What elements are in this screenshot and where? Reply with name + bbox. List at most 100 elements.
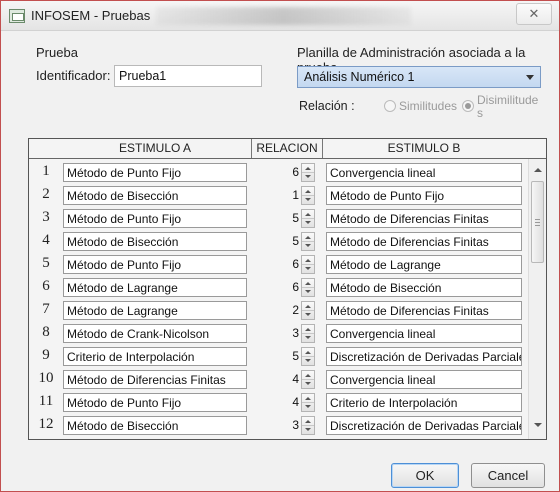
row-number: 11 — [38, 393, 54, 409]
estimulo-a-cell[interactable]: Método de Diferencias Finitas — [63, 370, 247, 389]
estimulo-a-cell[interactable]: Método de Bisección — [63, 232, 247, 251]
header-estimulo-a: ESTIMULO A — [63, 139, 247, 158]
spin-divider — [302, 218, 314, 219]
relacion-value[interactable]: 3 — [273, 416, 299, 435]
estimulo-b-cell[interactable]: Discretización de Derivadas Parciales — [326, 416, 522, 435]
relacion-value[interactable]: 3 — [273, 324, 299, 343]
estimulo-b-cell[interactable]: Método de Diferencias Finitas — [326, 301, 522, 320]
spin-divider — [302, 172, 314, 173]
spin-up-down-icon[interactable] — [301, 393, 315, 412]
row-number: 8 — [42, 324, 50, 340]
similitudes-label: Similitudes — [399, 99, 458, 113]
estimulo-a-cell[interactable]: Método de Punto Fijo — [63, 209, 247, 228]
relacion-value[interactable]: 4 — [273, 370, 299, 389]
estimulo-b-cell[interactable]: Convergencia lineal — [326, 370, 522, 389]
row-number: 5 — [42, 255, 50, 271]
relacion-value[interactable]: 5 — [273, 347, 299, 366]
scroll-up-icon[interactable] — [534, 168, 542, 172]
cancel-button[interactable]: Cancel — [471, 463, 545, 488]
estimulo-a-cell[interactable]: Método de Lagrange — [63, 301, 247, 320]
prueba-group-label: Prueba — [36, 45, 78, 60]
spin-divider — [302, 264, 314, 265]
spin-up-down-icon[interactable] — [301, 209, 315, 228]
relacion-value[interactable]: 5 — [273, 232, 299, 251]
row-number: 4 — [42, 232, 50, 248]
blurred-title-area — [156, 7, 411, 25]
spin-up-down-icon[interactable] — [301, 255, 315, 274]
window-title: INFOSEM - Pruebas — [31, 8, 151, 23]
identificador-input[interactable]: Prueba1 — [114, 65, 262, 87]
estimulo-b-cell[interactable]: Criterio de Interpolación — [326, 393, 522, 412]
spin-divider — [302, 402, 314, 403]
spin-up-down-icon[interactable] — [301, 347, 315, 366]
estimulo-b-cell[interactable]: Método de Bisección — [326, 278, 522, 297]
estimulo-a-cell[interactable]: Criterio de Interpolación — [63, 347, 247, 366]
header-separator — [322, 139, 323, 158]
table-row: 8 Método de Crank-Nicolson 3 Convergencia l… — [29, 322, 525, 345]
estimulo-b-cell[interactable]: Método de Punto Fijo — [326, 186, 522, 205]
table-row: 5 Método de Punto Fijo 6 Método de Lagrange — [29, 253, 525, 276]
planilla-dropdown[interactable]: Análisis Numérico 1 — [297, 66, 541, 88]
thumb-grip — [535, 219, 540, 220]
thumb-grip — [535, 222, 540, 223]
relacion-value[interactable]: 4 — [273, 393, 299, 412]
spin-up-down-icon[interactable] — [301, 301, 315, 320]
spin-up-down-icon[interactable] — [301, 186, 315, 205]
spin-divider — [302, 310, 314, 311]
row-number: 9 — [42, 347, 50, 363]
table-row: 6 Método de Lagrange 6 Método de Bisección — [29, 276, 525, 299]
estimulo-a-cell[interactable]: Método de Lagrange — [63, 278, 247, 297]
estimulo-a-cell[interactable]: Método de Punto Fijo — [63, 393, 247, 412]
spin-up-down-icon[interactable] — [301, 163, 315, 182]
ok-button[interactable]: OK — [391, 463, 459, 488]
identificador-label: Identificador: — [36, 68, 111, 83]
estimulo-a-cell[interactable]: Método de Punto Fijo — [63, 163, 247, 182]
app-window-icon — [9, 9, 25, 23]
table-row: 1 Método de Punto Fijo 6 Convergencia linea… — [29, 161, 525, 184]
scrollbar-thumb[interactable] — [531, 181, 544, 263]
estimulo-b-cell[interactable]: Convergencia lineal — [326, 163, 522, 182]
estimulo-b-cell[interactable]: Método de Lagrange — [326, 255, 522, 274]
spin-up-down-icon[interactable] — [301, 370, 315, 389]
relacion-label: Relación : — [299, 99, 355, 113]
estimulo-a-cell[interactable]: Método de Crank-Nicolson — [63, 324, 247, 343]
row-number: 3 — [42, 209, 50, 225]
relacion-value[interactable]: 6 — [273, 278, 299, 297]
estimulo-a-cell[interactable]: Método de Bisección — [63, 416, 247, 435]
title-bar: INFOSEM - Pruebas ✕ — [1, 1, 559, 31]
estimulo-b-cell[interactable]: Método de Diferencias Finitas — [326, 209, 522, 228]
scroll-down-icon[interactable] — [534, 423, 542, 427]
estimulo-b-cell[interactable]: Convergencia lineal — [326, 324, 522, 343]
spin-divider — [302, 379, 314, 380]
spin-up-down-icon[interactable] — [301, 416, 315, 435]
spin-up-down-icon[interactable] — [301, 278, 315, 297]
estimulo-b-cell[interactable]: Discretización de Derivadas Parciales — [326, 347, 522, 366]
spin-up-down-icon[interactable] — [301, 324, 315, 343]
table-row: 11 Método de Punto Fijo 4 Criterio de Inter… — [29, 391, 525, 414]
relacion-value[interactable]: 5 — [273, 209, 299, 228]
relacion-value[interactable]: 1 — [273, 186, 299, 205]
header-relacion: RELACION — [252, 139, 322, 158]
row-number: 7 — [42, 301, 50, 317]
stimuli-table: ESTIMULO A RELACION ESTIMULO B 1 Método d… — [28, 138, 547, 440]
row-number: 6 — [42, 278, 50, 294]
table-row: 3 Método de Punto Fijo 5 Método de Diferenc… — [29, 207, 525, 230]
close-icon[interactable]: ✕ — [516, 3, 552, 25]
similitudes-radio[interactable] — [384, 100, 396, 112]
estimulo-a-cell[interactable]: Método de Bisección — [63, 186, 247, 205]
table-row: 12 Método de Bisección 3 Discretización de … — [29, 414, 525, 437]
row-number: 12 — [38, 416, 54, 432]
estimulo-a-cell[interactable]: Método de Punto Fijo — [63, 255, 247, 274]
header-divider — [29, 158, 546, 159]
relacion-value[interactable]: 2 — [273, 301, 299, 320]
spin-up-down-icon[interactable] — [301, 232, 315, 251]
spin-divider — [302, 333, 314, 334]
disimilitudes-radio[interactable] — [462, 100, 474, 112]
planilla-selected: Análisis Numérico 1 — [304, 70, 415, 84]
relacion-value[interactable]: 6 — [273, 163, 299, 182]
table-row: 9 Criterio de Interpolación 5 Discretizació… — [29, 345, 525, 368]
relacion-value[interactable]: 6 — [273, 255, 299, 274]
estimulo-b-cell[interactable]: Método de Diferencias Finitas — [326, 232, 522, 251]
header-estimulo-b: ESTIMULO B — [326, 139, 522, 158]
vertical-scrollbar[interactable] — [528, 159, 546, 439]
